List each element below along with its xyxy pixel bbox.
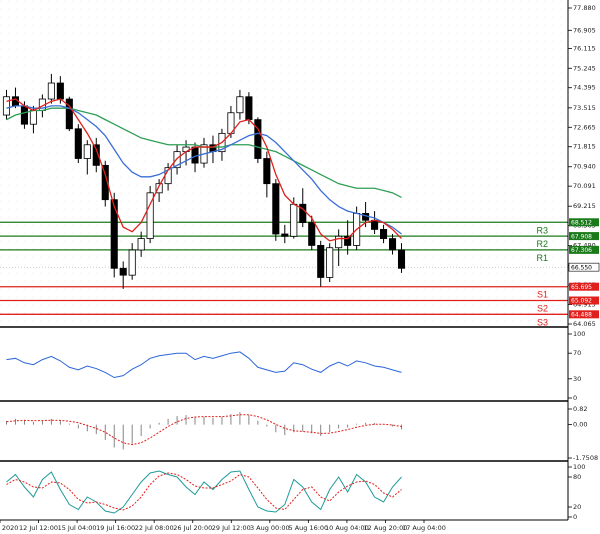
candle-body <box>29 110 37 125</box>
current-price-label: 66.550 <box>571 264 592 271</box>
price-tick-label: 69.215 <box>573 202 596 210</box>
price-tick-label: 71.815 <box>573 143 596 151</box>
level-price-label: 65.695 <box>571 284 592 291</box>
current-price-box: 66.550 <box>568 262 600 272</box>
level-price-box-s1: 65.695 <box>569 282 599 291</box>
candle-body <box>371 219 379 230</box>
rsi-tick-label: 0 <box>573 394 577 402</box>
candle-body <box>128 249 136 276</box>
time-tick-label: 19 Jul 16:00 <box>96 524 135 532</box>
level-price-box-r2: 67.908 <box>569 232 599 240</box>
price-panel <box>0 0 568 327</box>
candle-body <box>263 158 271 185</box>
level-price-label: 68.512 <box>571 219 592 226</box>
level-price-box-r1: 67.306 <box>569 245 599 254</box>
price-tick-label: 70.940 <box>573 163 596 171</box>
time-tick-label: 10 Jul 2020 <box>0 524 18 532</box>
candle-body <box>380 229 388 239</box>
time-tick-label: 5 Aug 16:00 <box>289 524 329 532</box>
candle-body <box>74 128 82 159</box>
candle-body <box>245 96 253 121</box>
stochastic-tick-label: 0 <box>573 513 577 521</box>
level-name-r1: R1 <box>536 253 548 263</box>
level-price-label: 65.092 <box>571 298 592 305</box>
rsi-panel <box>0 331 568 401</box>
time-tick-label: 26 Jul 20:00 <box>173 524 212 532</box>
level-name-r3: R3 <box>536 225 548 235</box>
rsi-tick-label: 30 <box>573 375 581 383</box>
price-tick-label: 77.880 <box>573 4 596 12</box>
level-price-box-r3: 68.512 <box>569 218 599 226</box>
candle-body <box>308 222 316 246</box>
level-price-label: 67.306 <box>571 247 592 254</box>
macd-tick-label: -1.7508 <box>573 454 598 462</box>
price-tick-label: 76.115 <box>573 44 596 52</box>
time-tick-label: 12 Jul 12:00 <box>19 524 58 532</box>
time-tick-label: 3 Aug 00:00 <box>250 524 290 532</box>
level-name-r2: R2 <box>536 239 548 249</box>
level-name-s1: S1 <box>537 290 548 300</box>
price-tick-label: 72.665 <box>573 123 596 131</box>
time-tick-label: 15 Jul 04:00 <box>58 524 97 532</box>
level-price-box-s2: 65.092 <box>569 296 599 305</box>
level-price-box-s3: 64.488 <box>569 310 599 319</box>
level-name-s3: S3 <box>537 317 548 327</box>
candle-body <box>254 119 262 159</box>
price-tick-label: 74.395 <box>573 84 596 92</box>
rsi-tick-label: 100 <box>573 330 585 338</box>
candle-body <box>326 247 334 278</box>
stochastic-panel <box>0 464 568 520</box>
price-tick-label: 75.245 <box>573 64 596 72</box>
candle-body <box>137 238 145 251</box>
price-tick-label: 73.515 <box>573 104 596 112</box>
stochastic-tick-label: 20 <box>573 503 581 511</box>
level-price-label: 67.908 <box>571 233 592 240</box>
time-tick-label: 29 Jul 12:00 <box>212 524 251 532</box>
candle-body <box>47 82 55 100</box>
level-name-s2: S2 <box>537 304 548 314</box>
candle-body <box>2 96 11 116</box>
candle-body <box>397 249 406 269</box>
rsi-tick-label: 70 <box>573 349 581 357</box>
candle-body <box>20 105 28 125</box>
macd-tick-label: 0.82 <box>573 405 587 413</box>
time-tick-label: 17 Aug 04:00 <box>402 524 446 532</box>
candle-body <box>272 183 280 235</box>
candle-body <box>56 82 64 100</box>
candle-body <box>119 267 127 276</box>
forex-chart: R3 R2 R1 S1 S2 S3 100 70 30 0 0.82 0.00 -1.7508 10… <box>0 0 600 532</box>
price-tick-label: 76.905 <box>573 26 596 34</box>
time-tick-label: 12 Aug 20:00 <box>364 524 408 532</box>
macd-tick-label: 0.00 <box>573 421 587 429</box>
time-tick-label: 22 Jul 08:00 <box>135 524 174 532</box>
candle-body <box>83 144 91 159</box>
price-tick-label: 70.091 <box>573 182 596 190</box>
level-price-label: 64.488 <box>571 312 592 319</box>
candle-body <box>281 233 289 237</box>
candle-body <box>388 238 397 251</box>
stochastic-tick-label: 100 <box>573 463 585 471</box>
stochastic-tick-label: 80 <box>573 473 581 481</box>
time-tick-label: 10 Aug 04:00 <box>325 524 369 532</box>
candle-body <box>236 96 244 114</box>
macd-panel <box>0 404 568 461</box>
price-tick-label: 64.065 <box>573 320 596 328</box>
candle-body <box>290 203 298 237</box>
candle-body <box>317 245 325 278</box>
